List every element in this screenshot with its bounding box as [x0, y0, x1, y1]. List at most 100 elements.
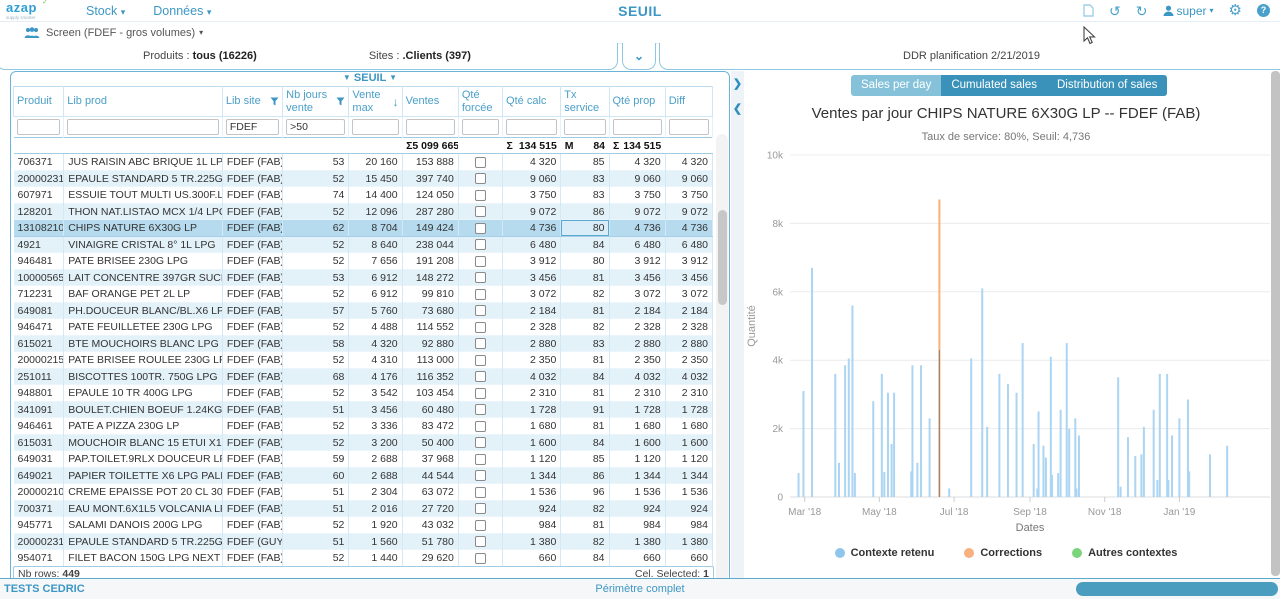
chart-tab-2[interactable]: Distribution of sales: [1046, 75, 1168, 96]
column-header-nb-jours-vente[interactable]: Nb jours vente: [282, 85, 350, 118]
table-row[interactable]: 706371 JUS RAISIN ABC BRIQUE 1L LPG FDEF (…: [13, 153, 714, 171]
column-header-tx-service[interactable]: Tx service: [560, 85, 610, 118]
checkbox[interactable]: [474, 486, 486, 498]
checkbox[interactable]: [474, 503, 486, 515]
table-row[interactable]: 712231 BAF ORANGE PET 2L LP FDEF (FAB) 52 6 …: [13, 285, 714, 303]
filter-input-8[interactable]: [564, 119, 606, 136]
checkbox[interactable]: [474, 453, 486, 465]
table-row[interactable]: 4921 VINAIGRE CRISTAL 8° 1L LPG FDEF (FAB)…: [13, 236, 714, 254]
table-vertical-scrollbar[interactable]: [716, 134, 728, 583]
checkbox[interactable]: [474, 354, 486, 366]
legend-item[interactable]: Autres contextes: [1072, 547, 1177, 559]
produits-scope[interactable]: Produits : tous (16226): [143, 50, 257, 62]
collapse-left-icon[interactable]: ❮: [731, 104, 744, 115]
filter-input-3[interactable]: >50: [286, 119, 346, 136]
gear-icon[interactable]: ⚙: [1229, 3, 1242, 18]
filter-input-9[interactable]: [612, 119, 662, 136]
table-row[interactable]: 946481 PATE BRISEE 230G LPG FDEF (FAB) 52 7 …: [13, 252, 714, 270]
table-row[interactable]: 20000231EPAULE STANDARD 5 TR.225GR LPGFD…: [13, 170, 714, 188]
table-row[interactable]: 946471 PATE FEUILLETEE 230G LPG FDEF (FAB)…: [13, 318, 714, 336]
column-header-diff[interactable]: Diff: [664, 85, 714, 118]
collapse-right-icon[interactable]: ❯: [731, 79, 744, 90]
table-row[interactable]: 954071 FILET BACON 150G LPG NEXT FDEF (FAB…: [13, 549, 714, 567]
checkbox[interactable]: [474, 288, 486, 300]
table-row[interactable]: 649021PAPIER TOILETTE X6 LPG PALETTEFDEF…: [13, 467, 714, 485]
chart-tab-1[interactable]: Cumulated sales: [941, 75, 1047, 96]
scrollbar-thumb[interactable]: [717, 210, 727, 305]
table-row[interactable]: 946461 PATE A PIZZA 230G LP FDEF (FAB) 52 3 …: [13, 417, 714, 435]
table-row[interactable]: 20000210CREME EPAISSE POT 20 CL 30%MGFDE…: [13, 483, 714, 501]
undo-icon[interactable]: ↺: [1109, 4, 1121, 18]
column-header-produit[interactable]: Produit: [12, 85, 65, 118]
table-row[interactable]: 649031PAP.TOILET.9RLX DOUCEUR LP PALFDEF…: [13, 450, 714, 468]
checkbox[interactable]: [474, 156, 486, 168]
table-row[interactable]: 700371EAU MONT.6X1L5 VOLCANIA LP PALFDEF…: [13, 500, 714, 518]
checkbox[interactable]: [474, 206, 486, 218]
help-icon[interactable]: ?: [1257, 4, 1270, 17]
table-row[interactable]: 20000231EPAULE STANDARD 5 TR.225GR LPGFD…: [13, 533, 714, 551]
table-row[interactable]: 128201 THON NAT.LISTAO MCX 1/4 LPG FDEF (F…: [13, 203, 714, 221]
table-row[interactable]: 615031MOUCHOIR BLANC 15 ETUI X10 LPGFDEF…: [13, 434, 714, 452]
checkbox[interactable]: [474, 305, 486, 317]
sites-scope[interactable]: Sites : .Clients (397): [369, 50, 471, 62]
menu-stock[interactable]: Stock ▾: [86, 4, 125, 18]
table-row[interactable]: 615021 BTE MOUCHOIRS BLANC LPG FDEF (FAB) 5…: [13, 335, 714, 353]
checkbox[interactable]: [474, 519, 486, 531]
checkbox[interactable]: [474, 404, 486, 416]
table-row[interactable]: 13108210 CHIPS NATURE 6X30G LP FDEF (FAB) 6…: [13, 219, 714, 237]
screen-selector-bar[interactable]: Screen (FDEF - gros volumes) ▾: [0, 22, 1280, 44]
table-row[interactable]: 251011 BISCOTTES 100TR. 750G LPG FDEF (FAB…: [13, 368, 714, 386]
filter-funnel-icon[interactable]: [336, 97, 345, 106]
scope-tab-produits-sites[interactable]: Produits : tous (16226) Sites : .Clients…: [0, 43, 618, 70]
table-title[interactable]: ▼ SEUIL ▼: [11, 72, 729, 86]
scope-tab-ddr[interactable]: DDR planification 2/21/2019: [659, 43, 1280, 70]
checkbox[interactable]: [474, 239, 486, 251]
filter-input-10[interactable]: [668, 119, 709, 136]
checkbox[interactable]: [474, 173, 486, 185]
legend-item[interactable]: Corrections: [964, 547, 1042, 559]
filter-input-1[interactable]: [67, 119, 219, 136]
checkbox[interactable]: [474, 470, 486, 482]
chart-tab-0[interactable]: Sales per day: [851, 75, 942, 96]
filter-input-0[interactable]: [16, 119, 61, 136]
checkbox[interactable]: [474, 272, 486, 284]
legend-item[interactable]: Contexte retenu: [834, 547, 934, 559]
checkbox[interactable]: [474, 321, 486, 333]
table-row[interactable]: 607971 ESSUIE TOUT MULTI US.300F.LP FDEF (…: [13, 186, 714, 204]
column-header-qt-calc[interactable]: Qté calc: [502, 85, 562, 118]
table-row[interactable]: 20000215PATE BRISEE ROULEE 230G LP-ARBFD…: [13, 351, 714, 369]
document-icon[interactable]: [1083, 4, 1094, 17]
filter-input-4[interactable]: [352, 119, 399, 136]
column-header-vente-max[interactable]: Vente max ↓: [348, 85, 403, 118]
filter-input-6[interactable]: [461, 119, 500, 136]
redo-icon[interactable]: ↻: [1136, 4, 1148, 18]
column-header-lib-site[interactable]: Lib site: [221, 85, 284, 118]
filter-funnel-icon[interactable]: [270, 97, 279, 106]
checkbox[interactable]: [474, 387, 486, 399]
sort-desc-icon[interactable]: ↓: [393, 95, 399, 109]
checkbox[interactable]: [474, 255, 486, 267]
checkbox[interactable]: [474, 536, 486, 548]
user-menu[interactable]: super ▾: [1163, 4, 1214, 18]
menu-donnees[interactable]: Données ▾: [153, 4, 211, 18]
column-header-qt-prop[interactable]: Qté prop: [608, 85, 666, 118]
table-row[interactable]: 948801 EPAULE 10 TR 400G LPG FDEF (FAB) 52 3…: [13, 384, 714, 402]
table-row[interactable]: 10000565 LAIT CONCENTRE 397GR SUCRE FDEF (…: [13, 269, 714, 287]
table-row[interactable]: 649081PH.DOUCEUR BLANC/BL.X6 LP PALFDEF …: [13, 302, 714, 320]
checkbox[interactable]: [474, 552, 486, 564]
table-row[interactable]: 945771 SALAMI DANOIS 200G LPG FDEF (FAB) 52…: [13, 516, 714, 534]
table-row[interactable]: 341091BOULET.CHIEN BOEUF 1.24KG LPGFDEF …: [13, 401, 714, 419]
checkbox[interactable]: [474, 437, 486, 449]
column-header-qt-forc-e[interactable]: Qté forcée: [457, 85, 504, 118]
checkbox[interactable]: [474, 420, 486, 432]
filter-input-7[interactable]: [506, 119, 558, 136]
chart-vertical-scrollbar[interactable]: [1271, 71, 1280, 576]
checkbox[interactable]: [474, 222, 486, 234]
scope-expand-button[interactable]: ⌄: [622, 43, 656, 70]
checkbox[interactable]: [474, 189, 486, 201]
filter-input-2[interactable]: FDEF: [225, 119, 280, 136]
selected-cell[interactable]: 80: [560, 219, 610, 237]
column-header-ventes[interactable]: Ventes: [401, 85, 459, 118]
column-header-lib-prod[interactable]: Lib prod: [63, 85, 223, 118]
checkbox[interactable]: [474, 338, 486, 350]
